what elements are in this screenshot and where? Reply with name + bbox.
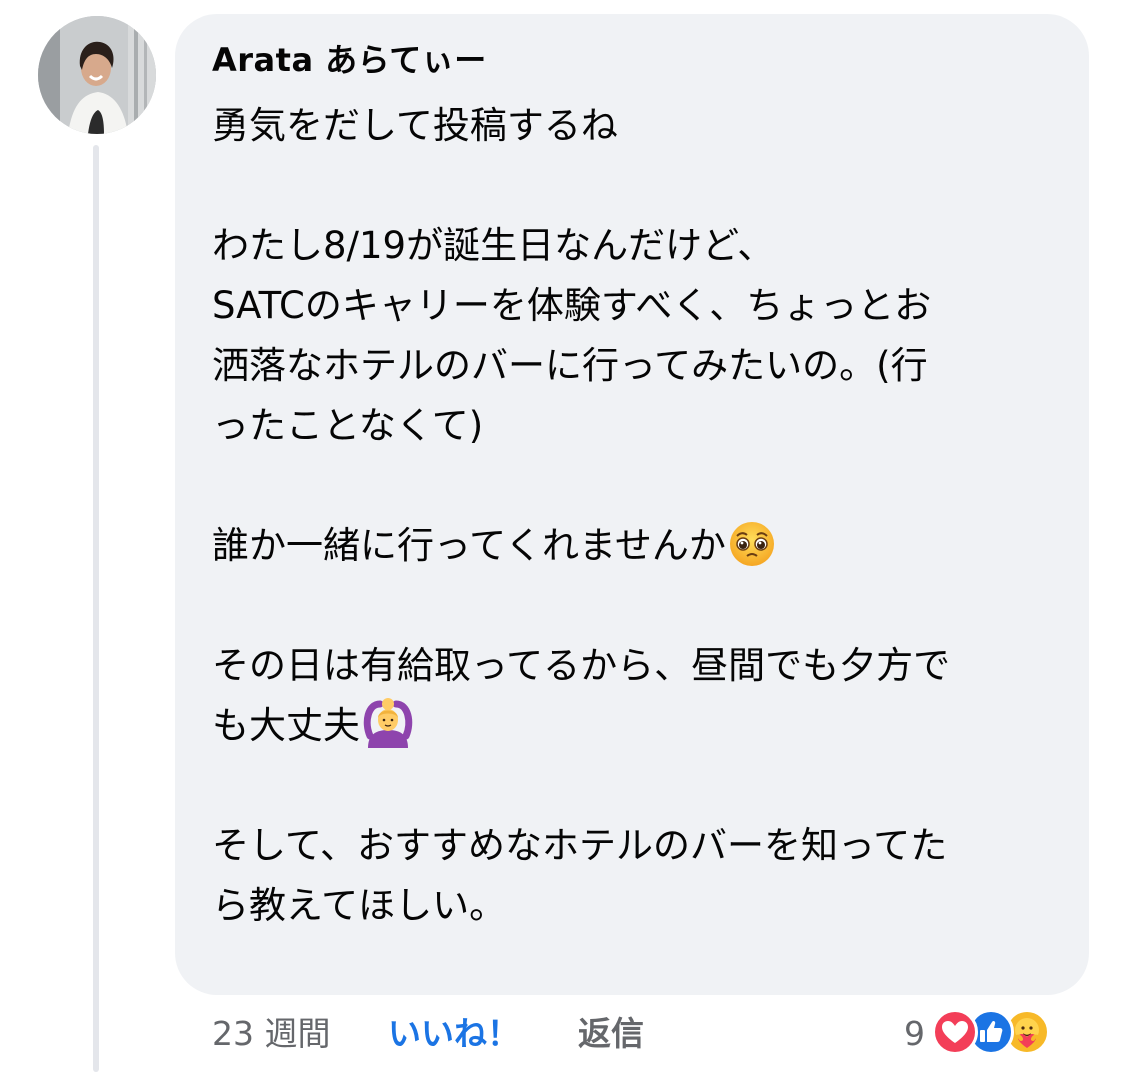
comment-line: わたし8/19が誕生日なんだけど、 bbox=[212, 224, 775, 267]
comment-line: 洒落なホテルのバーに行ってみたいの。(行 bbox=[212, 344, 928, 387]
comment-line: SATCのキャリーを体験すべく、ちょっとお bbox=[212, 284, 932, 327]
comment-line: ら教えてほしい。 bbox=[212, 884, 507, 927]
like-button[interactable]: いいね！ bbox=[388, 1012, 520, 1056]
comment-timestamp[interactable]: 23 週間 bbox=[212, 1012, 330, 1056]
comment-line: ったことなくて) bbox=[212, 404, 484, 447]
comment-line: そして、おすすめなホテルのバーを知ってた bbox=[212, 824, 948, 867]
comment-blank-line bbox=[212, 156, 1062, 216]
person-gesturing-ok-icon bbox=[362, 696, 414, 766]
comment-blank-line bbox=[212, 756, 1062, 816]
avatar-photo-icon bbox=[38, 16, 156, 134]
avatar[interactable] bbox=[38, 16, 156, 134]
comment-body: 勇気をだして投稿するね わたし8/19が誕生日なんだけど、 SATCのキャリーを… bbox=[212, 96, 1062, 936]
comment-line-text: も大丈夫 bbox=[212, 704, 360, 747]
comment-blank-line bbox=[212, 456, 1062, 516]
pleading-face-icon bbox=[728, 520, 776, 586]
love-reaction-icon bbox=[932, 1009, 978, 1055]
reaction-summary[interactable]: 9 bbox=[904, 1006, 1104, 1058]
comment-line: その日は有給取ってるから、昼間でも夕方で bbox=[212, 644, 951, 687]
thread-connector-line bbox=[93, 145, 99, 1072]
comment-blank-line bbox=[212, 576, 1062, 636]
comment-line-with-emoji: も大丈夫 bbox=[212, 696, 1062, 756]
comment-actions-bar: 23 週間 いいね！ 返信 9 bbox=[0, 1006, 1125, 1058]
comment-author-name[interactable]: Arata あらてぃー bbox=[212, 38, 487, 82]
comment-thread: Arata あらてぃー 勇気をだして投稿するね わたし8/19が誕生日なんだけど… bbox=[0, 0, 1125, 1072]
reaction-count: 9 bbox=[904, 1014, 925, 1053]
comment-line-text: 誰か一緒に行ってくれませんか bbox=[212, 524, 726, 567]
reply-button[interactable]: 返信 bbox=[578, 1012, 644, 1056]
comment-line-with-emoji: 誰か一緒に行ってくれませんか bbox=[212, 516, 1062, 576]
comment-line: 勇気をだして投稿するね bbox=[212, 104, 618, 147]
